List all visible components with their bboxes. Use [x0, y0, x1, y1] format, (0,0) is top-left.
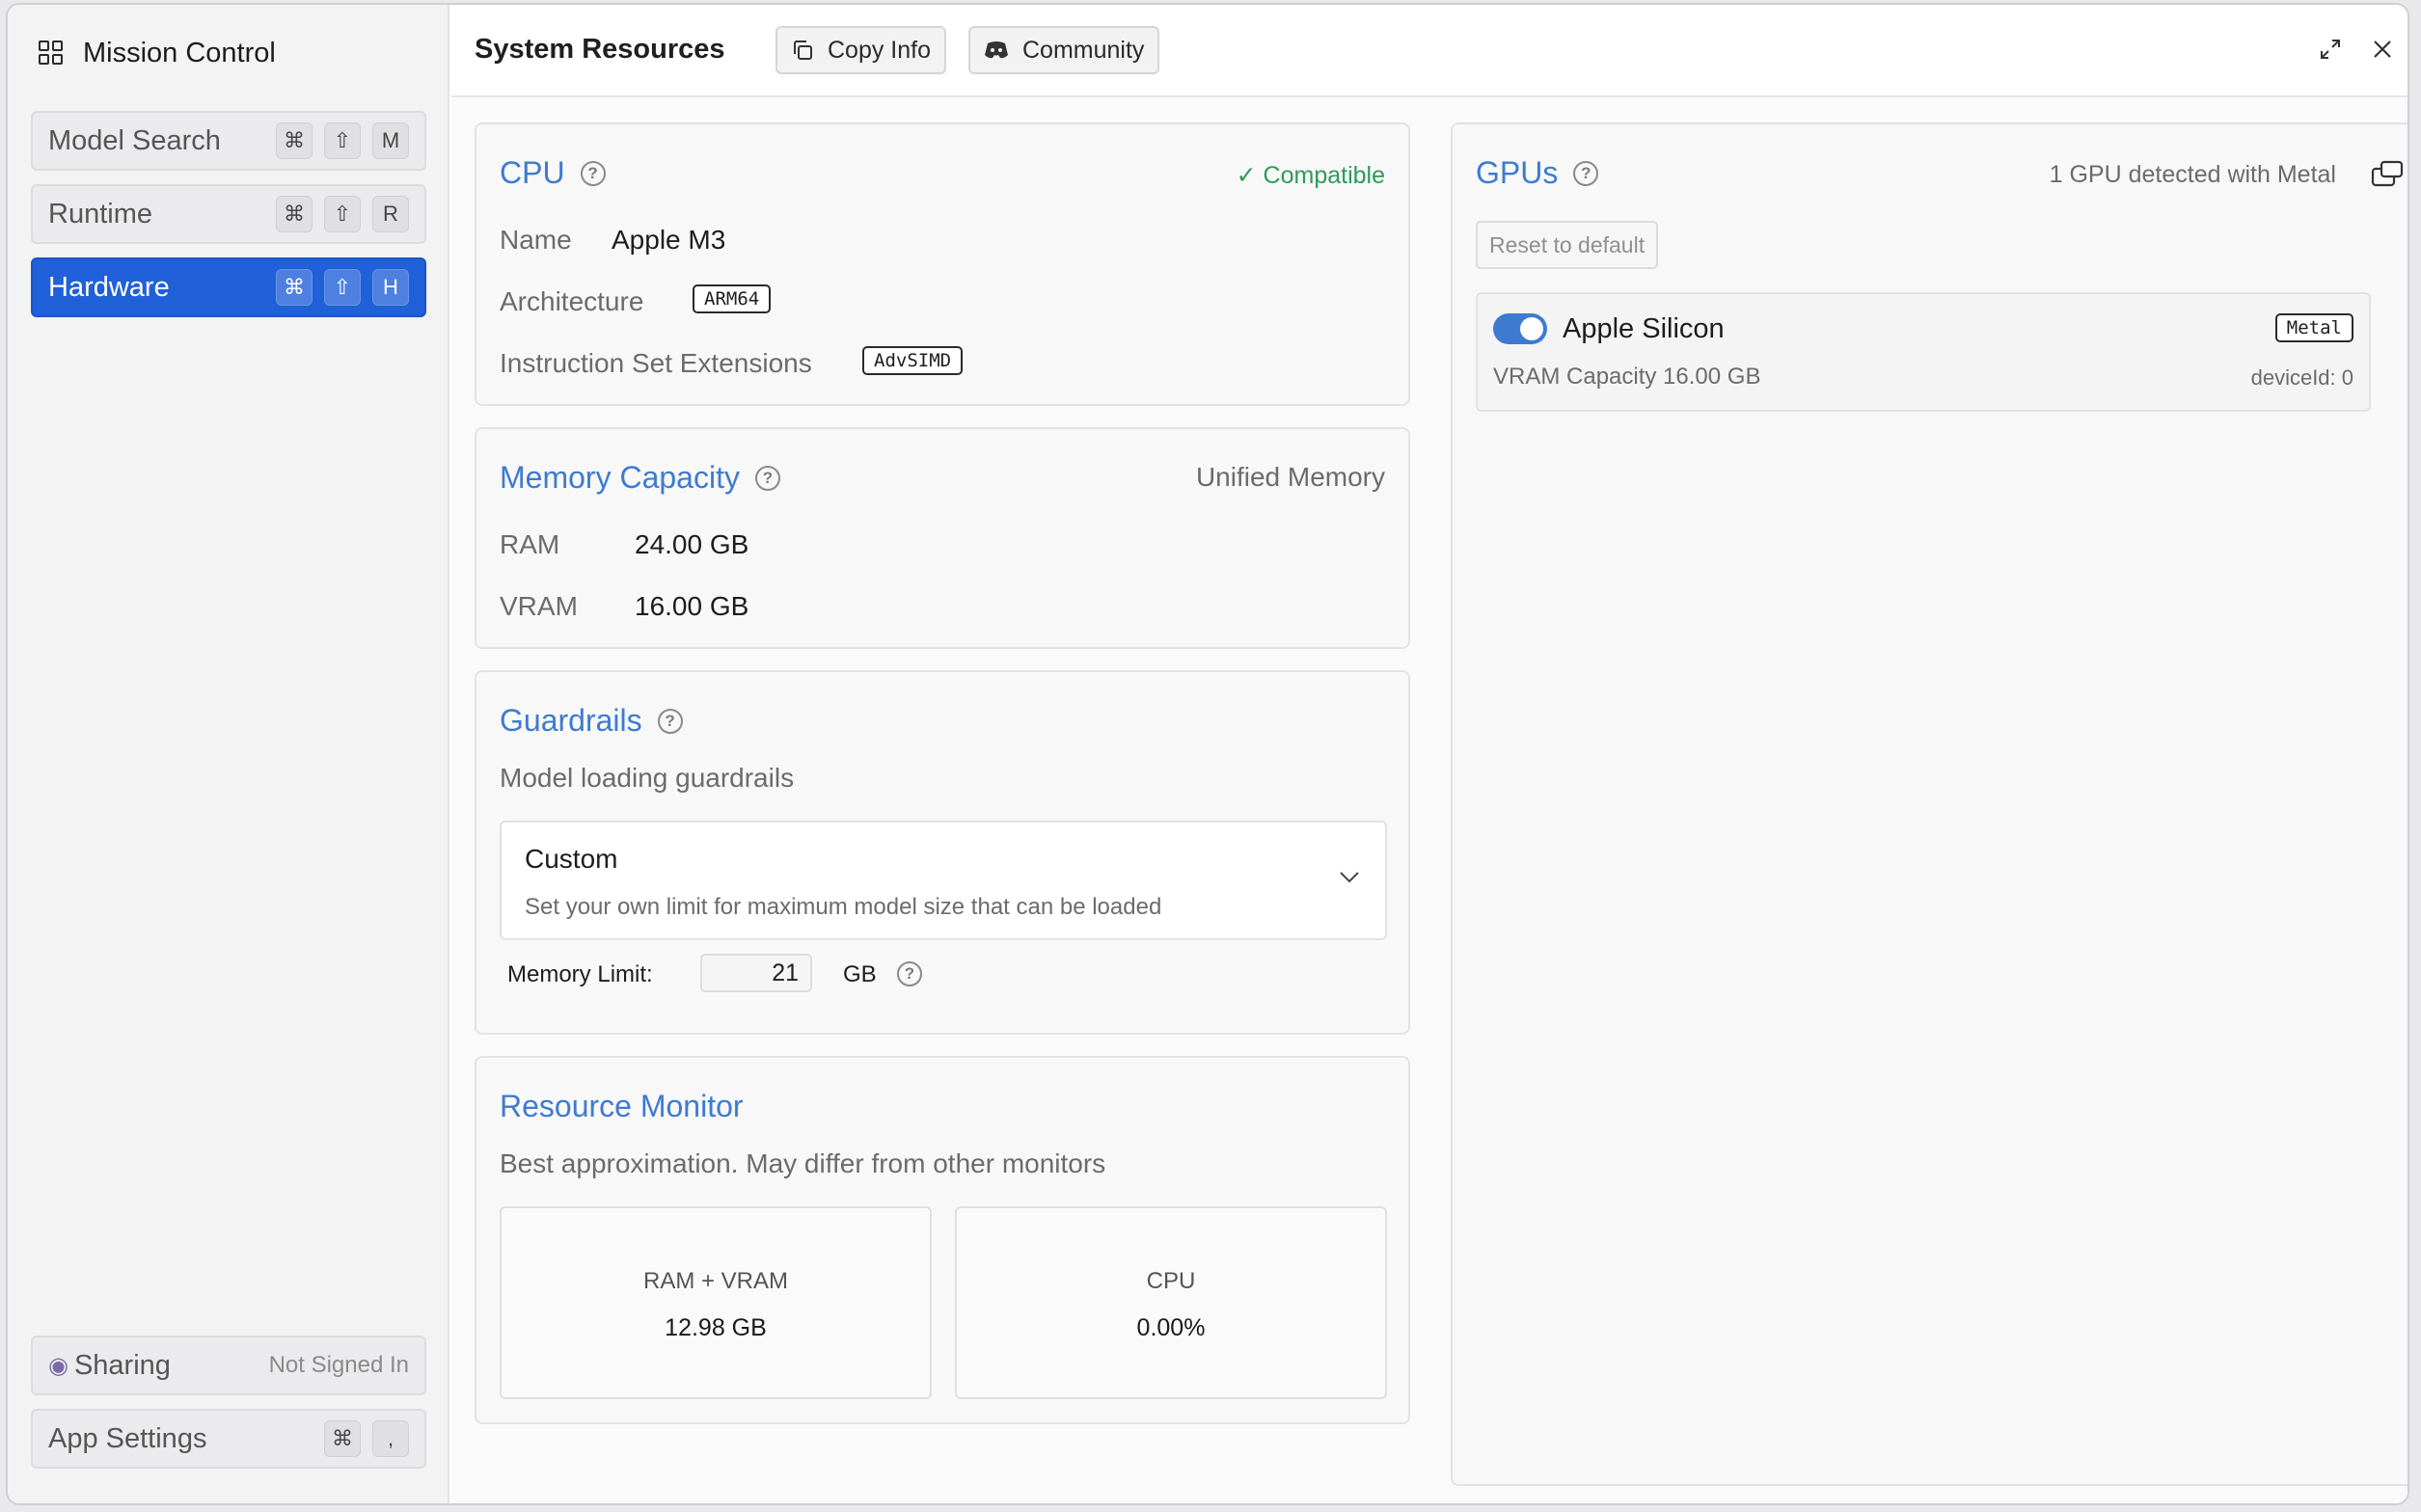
- sidebar-title: Mission Control: [83, 37, 276, 68]
- command-key: ⌘: [276, 269, 313, 306]
- memory-title: Memory Capacity ?: [500, 460, 780, 496]
- resource-monitor-card: Resource Monitor Best approximation. May…: [475, 1056, 1410, 1424]
- page-title: System Resources: [475, 34, 725, 65]
- cpu-usage-value: 0.00%: [1136, 1314, 1206, 1341]
- sidebar-item-sharing[interactable]: ◉ Sharing Not Signed In: [31, 1336, 426, 1395]
- chevron-down-icon: [1340, 872, 1359, 883]
- architecture-tag: ARM64: [693, 284, 772, 313]
- ram-value: 24.00 GB: [635, 529, 749, 559]
- guardrails-title-text: Guardrails: [500, 703, 642, 738]
- shift-key: ⇧: [324, 122, 361, 159]
- help-icon[interactable]: ?: [1573, 160, 1599, 186]
- guardrails-subtitle: Model loading guardrails: [500, 763, 795, 793]
- letter-key: R: [372, 196, 409, 232]
- cpu-name-label: Name: [500, 225, 572, 255]
- memory-limit-label: Memory Limit:: [507, 961, 653, 987]
- cpu-title-text: CPU: [500, 155, 565, 190]
- top-bar: System Resources Copy Info Community: [451, 5, 2407, 97]
- help-icon[interactable]: ?: [754, 465, 780, 491]
- command-key: ⌘: [324, 1420, 361, 1457]
- sidebar: Mission Control Model Search ⌘ ⇧ M Runti…: [8, 5, 449, 1503]
- memory-limit-input[interactable]: 21: [700, 954, 812, 992]
- letter-key: H: [372, 269, 409, 306]
- instruction-set-tag: AdvSIMD: [862, 346, 964, 375]
- ram-vram-value: 12.98 GB: [665, 1314, 767, 1341]
- monitor-subtitle: Best approximation. May differ from othe…: [500, 1148, 1106, 1178]
- copy-icon: [794, 40, 812, 60]
- comma-key: ,: [372, 1420, 409, 1457]
- memory-card: Memory Capacity ? Unified Memory RAM 24.…: [475, 427, 1410, 649]
- memory-type: Unified Memory: [1195, 462, 1385, 492]
- sidebar-header: Mission Control: [39, 34, 276, 72]
- sidebar-item-label: Runtime: [48, 198, 152, 230]
- popout-icon[interactable]: [2371, 159, 2404, 188]
- sharing-status: Not Signed In: [268, 1352, 409, 1378]
- main-panel: System Resources Copy Info Community CPU…: [451, 5, 2407, 1503]
- cpu-monitor: CPU 0.00%: [955, 1206, 1387, 1399]
- gpu-vram-capacity: VRAM Capacity 16.00 GB: [1493, 364, 1761, 390]
- compatibility-status: ✓ Compatible: [1236, 162, 1385, 189]
- vram-label: VRAM: [500, 591, 578, 621]
- sharing-icon: ◉: [48, 1352, 68, 1379]
- community-button[interactable]: Community: [968, 26, 1160, 74]
- community-label: Community: [1022, 36, 1145, 64]
- gpu-device-row: Apple Silicon Metal VRAM Capacity 16.00 …: [1476, 292, 2371, 412]
- ram-label: RAM: [500, 529, 560, 559]
- copy-info-button[interactable]: Copy Info: [775, 26, 947, 74]
- gpu-detected-text: 1 GPU detected with Metal: [2049, 161, 2336, 188]
- monitor-title: Resource Monitor: [500, 1089, 744, 1123]
- sidebar-item-hardware[interactable]: Hardware ⌘ ⇧ H: [31, 257, 426, 317]
- memory-title-text: Memory Capacity: [500, 460, 740, 495]
- sidebar-item-model-search[interactable]: Model Search ⌘ ⇧ M: [31, 111, 426, 171]
- letter-key: M: [372, 122, 409, 159]
- sidebar-item-label: App Settings: [48, 1422, 207, 1454]
- gpu-device-id: deviceId: 0: [2250, 365, 2353, 390]
- shift-key: ⇧: [324, 196, 361, 232]
- cpu-usage-label: CPU: [1146, 1268, 1196, 1294]
- guardrails-title: Guardrails ?: [500, 703, 683, 739]
- sidebar-item-app-settings[interactable]: App Settings ⌘ ,: [31, 1409, 426, 1469]
- command-key: ⌘: [276, 196, 313, 232]
- cpu-title: CPU ?: [500, 155, 606, 191]
- copy-info-label: Copy Info: [828, 36, 932, 64]
- gpu-name: Apple Silicon: [1563, 313, 1725, 344]
- gpus-title-text: GPUs: [1476, 155, 1559, 190]
- sidebar-item-runtime[interactable]: Runtime ⌘ ⇧ R: [31, 184, 426, 244]
- app-window: Mission Control Model Search ⌘ ⇧ M Runti…: [6, 3, 2409, 1505]
- help-icon[interactable]: ?: [580, 160, 606, 186]
- ram-vram-label: RAM + VRAM: [642, 1268, 789, 1294]
- gpu-enabled-toggle[interactable]: [1493, 313, 1547, 344]
- sidebar-item-label: Hardware: [48, 271, 170, 303]
- sidebar-item-label: Model Search: [48, 124, 221, 156]
- grid-icon: [39, 40, 64, 66]
- help-icon[interactable]: ?: [897, 961, 922, 986]
- gpu-api-tag: Metal: [2274, 313, 2353, 342]
- gpus-card: GPUs ? 1 GPU detected with Metal Reset t…: [1451, 122, 2407, 1486]
- instruction-set-label: Instruction Set Extensions: [500, 348, 812, 378]
- ram-vram-monitor: RAM + VRAM 12.98 GB: [500, 1206, 932, 1399]
- guardrails-card: Guardrails ? Model loading guardrails Cu…: [475, 670, 1410, 1035]
- close-icon[interactable]: [2367, 34, 2398, 65]
- architecture-label: Architecture: [500, 286, 644, 316]
- reset-to-default-button[interactable]: Reset to default: [1476, 221, 1659, 269]
- vram-value: 16.00 GB: [635, 591, 749, 621]
- guardrails-selected-desc: Set your own limit for maximum model siz…: [525, 894, 1162, 920]
- sidebar-item-label: Sharing: [73, 1349, 171, 1381]
- command-key: ⌘: [276, 122, 313, 159]
- cpu-name-value: Apple M3: [612, 225, 726, 255]
- gpus-title: GPUs ?: [1476, 155, 1599, 191]
- help-icon[interactable]: ?: [657, 708, 683, 734]
- expand-icon[interactable]: [2315, 34, 2346, 65]
- discord-icon: [985, 41, 1008, 59]
- cpu-card: CPU ? ✓ Compatible Name Apple M3 Archite…: [475, 122, 1410, 406]
- guardrails-select[interactable]: Custom Set your own limit for maximum mo…: [500, 821, 1387, 940]
- guardrails-selected: Custom: [525, 844, 618, 874]
- memory-limit-unit: GB: [843, 961, 877, 987]
- shift-key: ⇧: [324, 269, 361, 306]
